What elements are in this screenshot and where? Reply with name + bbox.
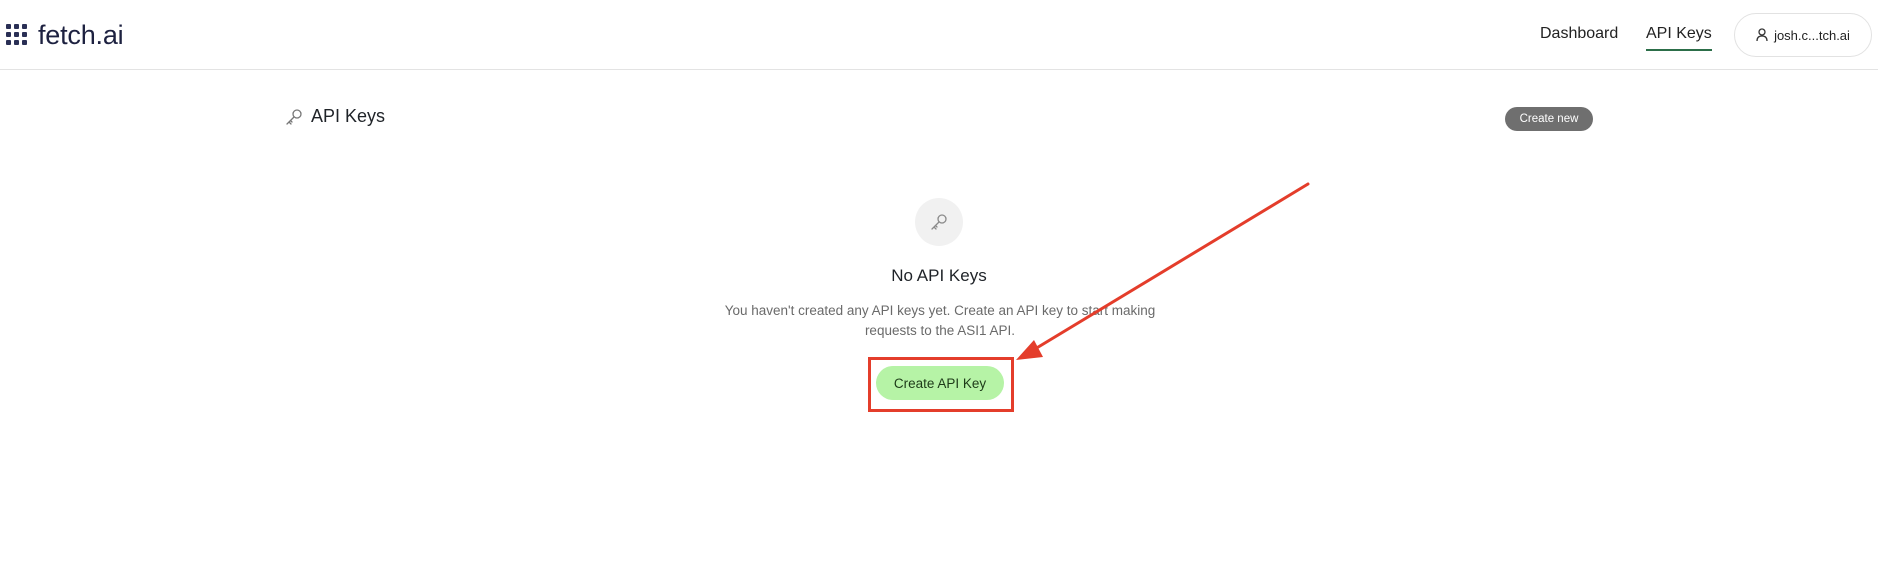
brand-logo[interactable]: fetch.ai bbox=[6, 18, 124, 52]
create-api-key-button[interactable]: Create API Key bbox=[876, 366, 1004, 400]
account-email: josh.c...tch.ai bbox=[1774, 27, 1850, 43]
key-icon bbox=[286, 108, 302, 125]
nav-dashboard-link[interactable]: Dashboard bbox=[1540, 25, 1618, 43]
page-header: API Keys bbox=[285, 106, 385, 127]
user-icon bbox=[1756, 28, 1768, 42]
grid-dots-icon bbox=[6, 24, 28, 46]
page-title: API Keys bbox=[311, 106, 386, 126]
empty-state-description: You haven't created any API keys yet. Cr… bbox=[724, 303, 1156, 338]
top-navbar: fetch.ai Dashboard API Keys josh.c...tch… bbox=[0, 0, 1878, 70]
empty-state-icon-circle bbox=[915, 198, 963, 246]
create-new-button[interactable]: Create new bbox=[1505, 107, 1593, 131]
brand-name: fetch.ai bbox=[38, 19, 124, 50]
page: fetch.ai Dashboard API Keys josh.c...tch… bbox=[0, 0, 1878, 569]
empty-state-title: No API Keys bbox=[891, 266, 987, 285]
nav-api-keys-link[interactable]: API Keys bbox=[1646, 25, 1712, 51]
account-button[interactable]: josh.c...tch.ai bbox=[1734, 13, 1872, 57]
key-icon bbox=[931, 214, 947, 230]
